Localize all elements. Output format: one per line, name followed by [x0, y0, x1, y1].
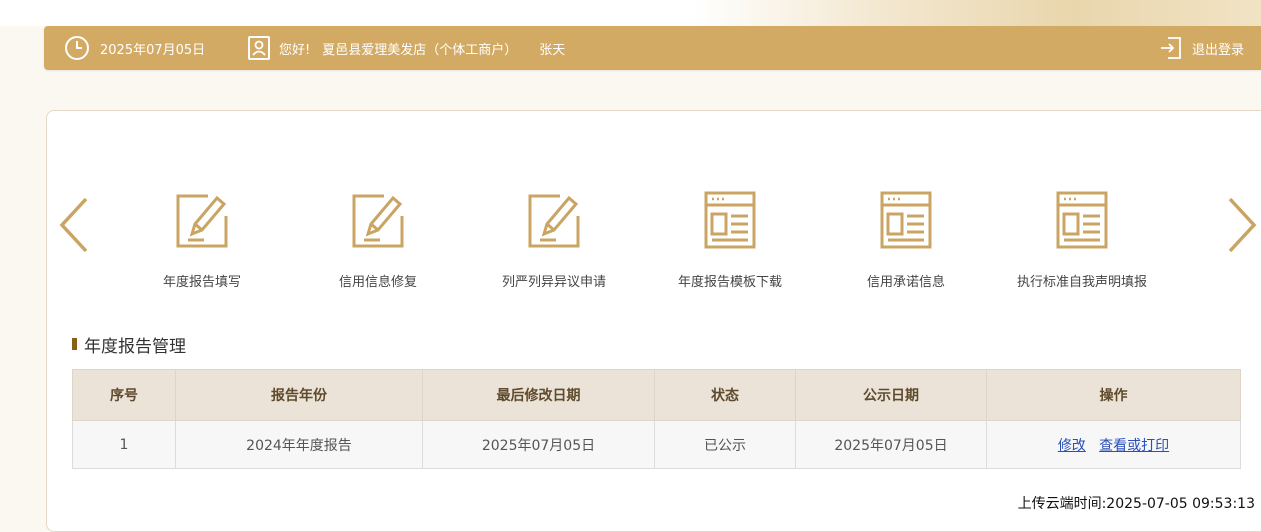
webpage-template-icon — [704, 191, 756, 249]
service-label: 年度报告填写 — [162, 275, 241, 290]
cell-year: 2024年年度报告 — [175, 420, 423, 469]
webpage-template-icon — [1056, 191, 1108, 249]
edit-document-icon — [528, 194, 580, 248]
service-standard-declaration[interactable]: 执行标准自我声明填报 — [994, 190, 1170, 295]
service-label: 列严列异异议申请 — [501, 275, 606, 290]
service-credit-repair[interactable]: 信用信息修复 — [290, 190, 466, 295]
col-published-header: 公示日期 — [795, 369, 987, 421]
table-row: 1 2024年年度报告 2025年07月05日 已公示 2025年07月05日 … — [72, 420, 1241, 469]
section-marker — [72, 338, 77, 350]
edit-document-icon — [176, 194, 228, 248]
report-table: 序号 报告年份 最后修改日期 状态 公示日期 操作 1 2024年年度报告 20… — [72, 369, 1241, 469]
section-title: 年度报告管理 — [72, 334, 186, 357]
logout-button[interactable]: 退出登录 — [1150, 26, 1244, 70]
col-status-header: 状态 — [654, 369, 796, 421]
col-index-header: 序号 — [72, 369, 176, 421]
cell-status: 已公示 — [654, 420, 796, 469]
col-modified-header: 最后修改日期 — [422, 369, 655, 421]
upload-time: 上传云端时间:2025-07-05 09:53:13 — [1017, 496, 1255, 512]
table-header-row: 序号 报告年份 最后修改日期 状态 公示日期 操作 — [72, 369, 1241, 421]
user-card-icon — [248, 36, 270, 60]
date-display: 2025年07月05日 — [64, 26, 205, 70]
logout-icon — [1160, 36, 1182, 60]
view-print-link[interactable]: 查看或打印 — [1099, 438, 1169, 454]
service-label: 执行标准自我声明填报 — [1016, 275, 1147, 290]
edit-document-icon — [352, 194, 404, 248]
cell-actions: 修改 查看或打印 — [986, 420, 1241, 469]
chevron-left-icon — [59, 197, 88, 253]
cell-modified: 2025年07月05日 — [422, 420, 655, 469]
cell-published: 2025年07月05日 — [795, 420, 987, 469]
shop-name: 夏邑县爱理美发店（个体工商户） — [322, 42, 518, 58]
header-bar: 2025年07月05日 您好! 夏邑县爱理美发店（个体工商户） 张天 退出登录 — [44, 26, 1261, 70]
user-name: 张天 — [539, 42, 566, 58]
service-label: 信用承诺信息 — [866, 275, 945, 290]
clock-icon — [64, 35, 90, 61]
cell-index: 1 — [72, 420, 176, 469]
greeting-text: 您好! — [279, 42, 311, 58]
service-template-download[interactable]: 年度报告模板下载 — [642, 190, 818, 295]
col-year-header: 报告年份 — [175, 369, 423, 421]
service-label: 信用信息修复 — [338, 275, 417, 290]
carousel-next-button[interactable] — [1226, 195, 1258, 259]
service-annual-report-fill[interactable]: 年度报告填写 — [114, 190, 290, 295]
service-credit-commitment[interactable]: 信用承诺信息 — [818, 190, 994, 295]
user-greeting: 您好! 夏邑县爱理美发店（个体工商户） 张天 — [248, 26, 565, 70]
chevron-right-icon — [1228, 197, 1257, 253]
carousel-prev-button[interactable] — [58, 195, 90, 259]
webpage-template-icon — [880, 191, 932, 249]
service-objection-application[interactable]: 列严列异异议申请 — [466, 190, 642, 295]
date-text: 2025年07月05日 — [100, 42, 206, 58]
top-decorative-banner — [0, 0, 1261, 26]
edit-link[interactable]: 修改 — [1058, 438, 1086, 454]
col-actions-header: 操作 — [986, 369, 1241, 421]
service-label: 年度报告模板下载 — [677, 275, 782, 290]
logout-label: 退出登录 — [1191, 42, 1244, 58]
section-title-text: 年度报告管理 — [84, 336, 186, 357]
